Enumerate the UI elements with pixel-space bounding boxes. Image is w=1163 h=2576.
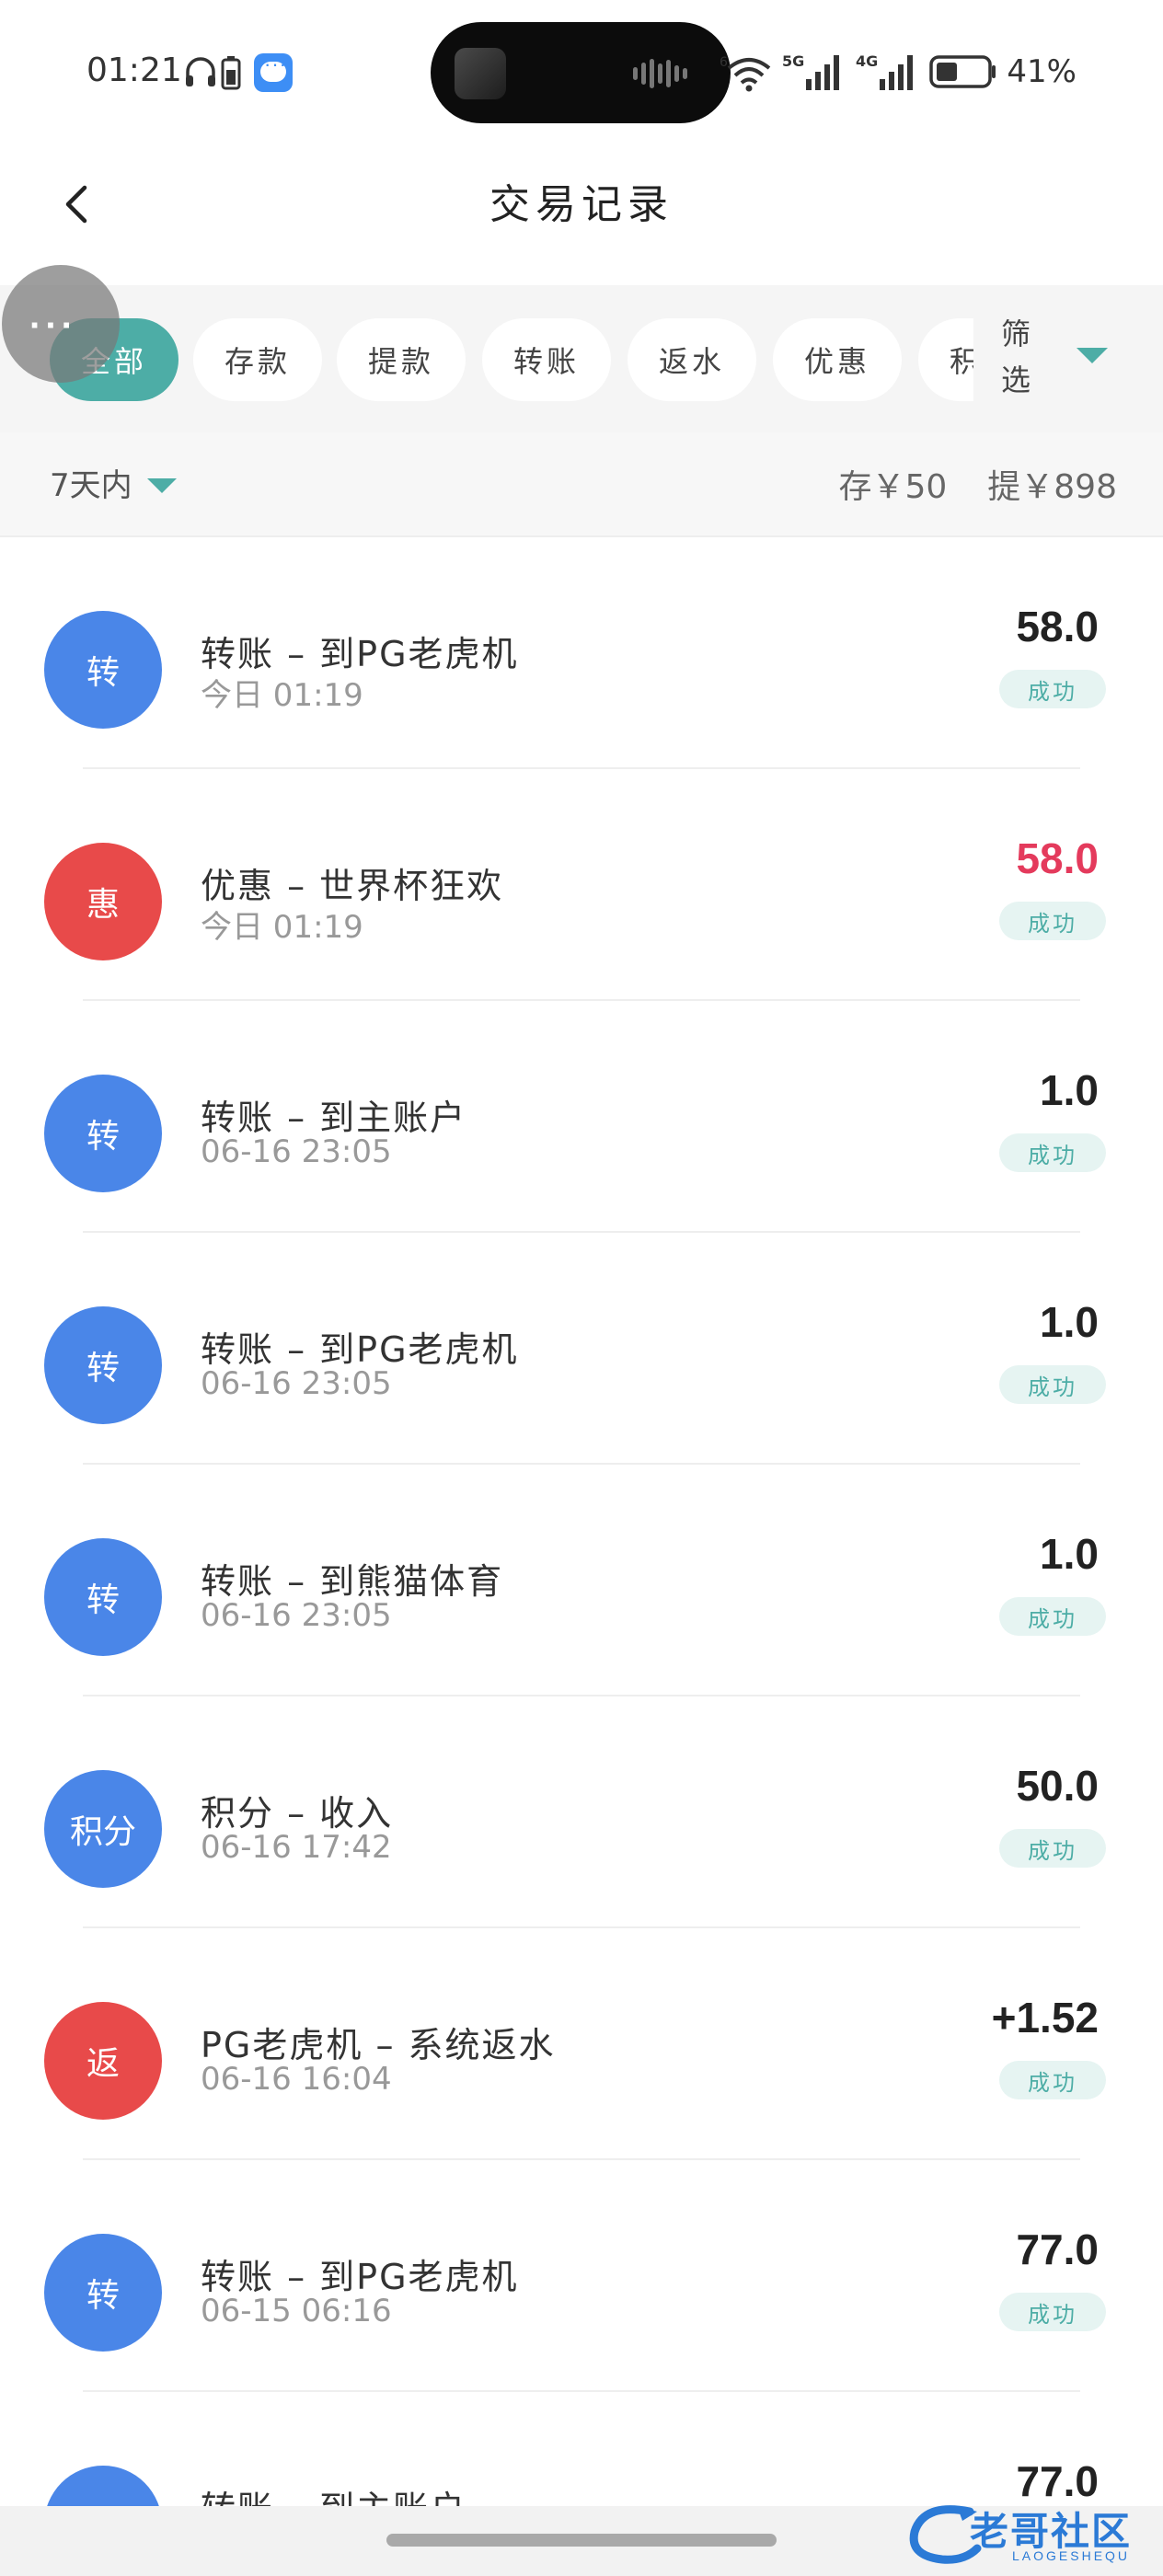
- record-title: 转账 – 到PG老虎机: [201, 2257, 519, 2297]
- category-tabs: 全部 存款 提款 转账 返水 优惠 积分 筛选: [0, 285, 1163, 432]
- type-badge: 转: [44, 2466, 162, 2506]
- record-time: 06-16 17:42: [201, 1829, 392, 1866]
- record-amount: 1.0: [1040, 1298, 1099, 1346]
- list-item[interactable]: 转 转账 – 到主账户 06-16 23:05 1.0 成功: [0, 1001, 1163, 1233]
- type-badge: 转: [44, 1306, 162, 1424]
- watermark-subtext: LAOGESHEQU: [1012, 2548, 1131, 2563]
- list-item[interactable]: 转 转账 – 到主账户 77.0: [0, 2392, 1163, 2506]
- tab-rebate[interactable]: 返水: [628, 318, 756, 401]
- type-badge: 转: [44, 2234, 162, 2352]
- battery-icon: [929, 55, 996, 88]
- record-title: PG老虎机 – 系统返水: [201, 2025, 556, 2065]
- record-time: 今日 01:19: [201, 677, 363, 714]
- status-badge: 成功: [999, 1133, 1106, 1172]
- filter-button[interactable]: 筛选: [973, 285, 1163, 432]
- svg-text:5G: 5G: [782, 52, 804, 70]
- record-amount: 77.0: [1016, 2225, 1099, 2273]
- filter-label: 筛选: [1001, 316, 1031, 397]
- period-selector[interactable]: 7天内: [50, 460, 132, 505]
- status-badge: 成功: [999, 1829, 1106, 1868]
- record-title: 转账 – 到熊猫体育: [201, 1561, 504, 1602]
- status-badge: 成功: [999, 2061, 1106, 2099]
- type-badge: 积分: [44, 1770, 162, 1888]
- watermark-logo: 老哥社区 LAOGESHEQU: [902, 2495, 1150, 2572]
- record-time: 06-16 16:04: [201, 2061, 392, 2098]
- withdraw-total: 提￥898: [987, 468, 1117, 506]
- status-bar: 01:21 6 5G 4G: [0, 0, 1163, 138]
- wifi-6-icon: 6: [720, 55, 771, 92]
- status-badge: 成功: [999, 2293, 1106, 2331]
- more-dots-icon: ···: [29, 305, 77, 346]
- svg-text:6: 6: [720, 55, 728, 70]
- tab-withdraw[interactable]: 提款: [337, 318, 466, 401]
- list-item[interactable]: 转 转账 – 到PG老虎机 06-16 23:05 1.0 成功: [0, 1233, 1163, 1465]
- status-badge: 成功: [999, 1365, 1106, 1404]
- record-time: 06-16 23:05: [201, 1597, 392, 1634]
- tab-promotion[interactable]: 优惠: [773, 318, 902, 401]
- deposit-total: 存￥50: [838, 468, 948, 506]
- filter-dropdown-icon: [1077, 348, 1108, 363]
- record-time: 今日 01:19: [201, 909, 363, 946]
- media-thumbnail: [455, 48, 506, 99]
- list-item[interactable]: 转 转账 – 到熊猫体育 06-16 23:05 1.0 成功: [0, 1465, 1163, 1696]
- list-item[interactable]: 返 PG老虎机 – 系统返水 06-16 16:04 +1.52 成功: [0, 1928, 1163, 2160]
- type-badge: 转: [44, 611, 162, 729]
- record-title: 积分 – 收入: [201, 1793, 394, 1834]
- message-app-icon: [254, 52, 293, 92]
- record-amount: 1.0: [1040, 1530, 1099, 1578]
- record-title: 优惠 – 世界杯狂欢: [201, 866, 504, 906]
- list-item[interactable]: 惠 优惠 – 世界杯狂欢 今日 01:19 58.0 成功: [0, 769, 1163, 1001]
- tab-deposit[interactable]: 存款: [193, 318, 322, 401]
- type-badge: 返: [44, 2002, 162, 2120]
- record-title: 转账 – 到PG老虎机: [201, 634, 519, 674]
- list-item[interactable]: 转 转账 – 到PG老虎机 06-15 06:16 77.0 成功: [0, 2160, 1163, 2392]
- headphones-icon: [186, 57, 215, 86]
- record-amount: +1.52: [991, 1994, 1099, 2041]
- type-badge: 转: [44, 1075, 162, 1192]
- record-time: 06-16 23:05: [201, 1365, 392, 1402]
- list-item[interactable]: 转 转账 – 到PG老虎机 今日 01:19 58.0 成功: [0, 537, 1163, 769]
- type-badge: 惠: [44, 843, 162, 960]
- signal-4g-icon: 4G: [856, 52, 914, 90]
- summary-bar: 7天内 存￥50 提￥898: [0, 432, 1163, 537]
- period-dropdown-icon[interactable]: [147, 478, 177, 493]
- audio-wave-icon: [633, 59, 697, 90]
- status-badge: 成功: [999, 1597, 1106, 1636]
- navigation-bar: 交易记录: [0, 138, 1163, 285]
- floating-menu-button[interactable]: ···: [2, 265, 120, 383]
- transaction-list: 转 转账 – 到PG老虎机 今日 01:19 58.0 成功 惠 优惠 – 世界…: [0, 537, 1163, 2506]
- record-amount: 1.0: [1040, 1066, 1099, 1114]
- list-item[interactable]: 积分 积分 – 收入 06-16 17:42 50.0 成功: [0, 1696, 1163, 1928]
- record-amount: 58.0: [1016, 834, 1099, 882]
- home-indicator[interactable]: [386, 2534, 777, 2547]
- type-badge: 转: [44, 1538, 162, 1656]
- battery-percent: 41%: [1007, 53, 1077, 90]
- status-right: 6 5G 4G 41%: [720, 46, 1077, 98]
- totals: 存￥50 提￥898: [798, 460, 1117, 508]
- record-amount: 58.0: [1016, 603, 1099, 650]
- record-title: 转账 – 到主账户: [201, 2480, 466, 2506]
- record-amount: 50.0: [1016, 1762, 1099, 1810]
- record-title: 转账 – 到PG老虎机: [201, 1329, 519, 1370]
- svg-text:4G: 4G: [856, 52, 878, 70]
- tab-transfer[interactable]: 转账: [482, 318, 611, 401]
- record-time: 06-15 06:16: [201, 2293, 392, 2329]
- page-title: 交易记录: [489, 181, 674, 228]
- signal-5g-icon: 5G: [782, 52, 840, 90]
- record-time: 06-16 23:05: [201, 1133, 392, 1170]
- dynamic-island[interactable]: [431, 22, 731, 123]
- status-badge: 成功: [999, 902, 1106, 940]
- battery-small-icon: [221, 56, 241, 90]
- status-badge: 成功: [999, 670, 1106, 708]
- status-time: 01:21: [86, 52, 182, 89]
- record-title: 转账 – 到主账户: [201, 1098, 467, 1138]
